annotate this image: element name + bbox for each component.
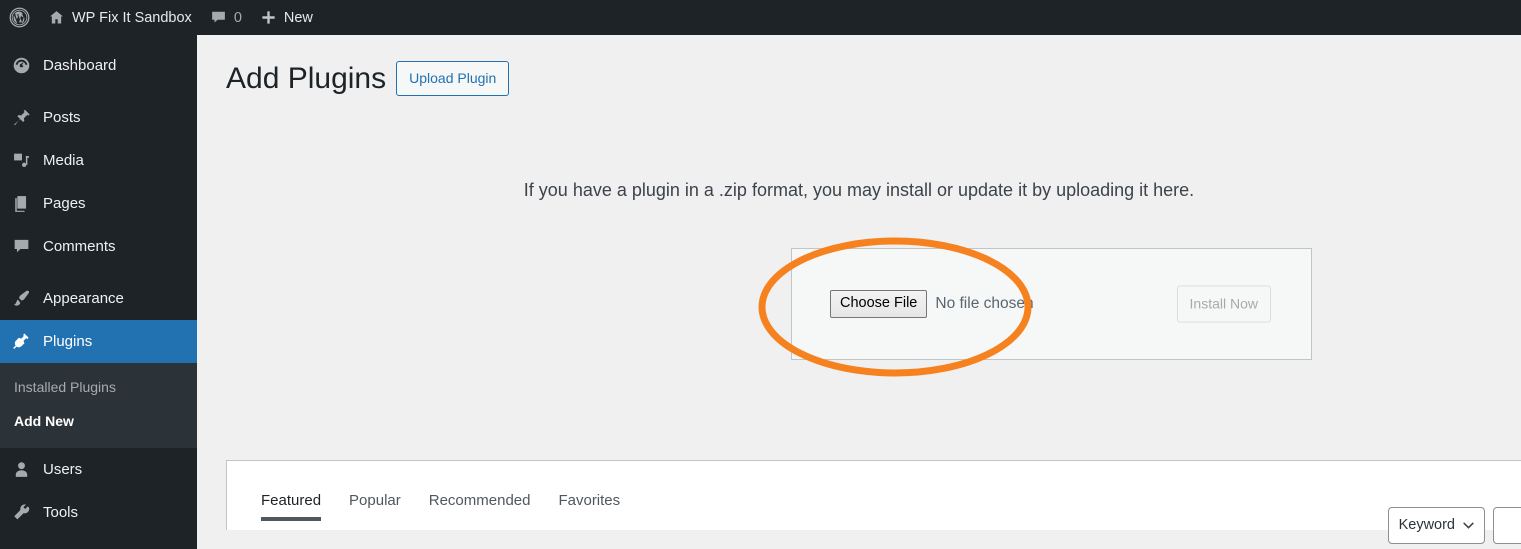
sidebar-item-label: Comments (43, 238, 116, 255)
plugin-tabs: Featured Popular Recommended Favorites (227, 461, 634, 531)
submenu-item-add-new[interactable]: Add New (0, 405, 197, 439)
menu-spacer-2 (0, 268, 197, 277)
site-name-label: WP Fix It Sandbox (72, 9, 192, 26)
main-content-area: Add Plugins Upload Plugin If you have a … (197, 35, 1521, 549)
wrench-icon (10, 503, 32, 522)
sidebar-item-label: Appearance (43, 290, 124, 307)
plug-icon (10, 332, 32, 351)
sidebar-item-media[interactable]: Media (0, 139, 197, 182)
media-icon (10, 151, 32, 170)
file-input-row[interactable]: Choose File No file chosen (830, 289, 1034, 319)
sidebar-item-dashboard[interactable]: Dashboard (0, 44, 197, 87)
plugins-submenu: Installed Plugins Add New (0, 363, 197, 449)
home-icon (48, 9, 65, 26)
sidebar-item-label: Posts (43, 109, 81, 126)
chevron-down-icon (1463, 522, 1474, 529)
tab-label: Popular (349, 492, 401, 509)
comments-menu[interactable]: 0 (201, 0, 251, 35)
submenu-item-label: Add New (14, 412, 74, 429)
comment-bubble-icon (210, 9, 227, 26)
dashboard-icon (10, 56, 32, 75)
plugin-search-field[interactable] (1504, 517, 1521, 534)
sidebar-item-label: Dashboard (43, 57, 117, 74)
tab-featured[interactable]: Featured (247, 461, 335, 531)
pages-icon (10, 194, 32, 213)
menu-spacer-top (0, 35, 197, 44)
submenu-item-installed-plugins[interactable]: Installed Plugins (0, 371, 197, 405)
plugin-upload-panel: Choose File No file chosen Install Now (791, 248, 1312, 360)
sidebar-item-label: Pages (43, 195, 86, 212)
sidebar-item-appearance[interactable]: Appearance (0, 277, 197, 320)
sidebar-item-label: Plugins (43, 333, 93, 350)
sidebar-item-users[interactable]: Users (0, 448, 197, 491)
sidebar-item-label: Tools (43, 504, 79, 522)
paintbrush-icon (10, 289, 32, 308)
site-name-menu[interactable]: WP Fix It Sandbox (39, 0, 201, 35)
upload-plugin-button[interactable]: Upload Plugin (396, 61, 510, 96)
admin-bar: WP Fix It Sandbox 0 New (0, 0, 1521, 35)
upload-instruction-text: If you have a plugin in a .zip format, y… (523, 180, 1195, 200)
tab-recommended[interactable]: Recommended (415, 461, 545, 531)
plugin-search-input[interactable] (1493, 507, 1521, 544)
plus-icon (260, 9, 277, 26)
new-content-label: New (283, 9, 313, 26)
file-status-label: No file chosen (935, 295, 1034, 312)
new-content-menu[interactable]: New (251, 0, 322, 35)
pin-icon (10, 108, 32, 127)
tab-label: Favorites (558, 492, 621, 509)
wordpress-logo-icon (9, 7, 30, 28)
plugin-search-controls: Keyword (1387, 507, 1521, 544)
comment-bubble-icon (10, 237, 32, 256)
choose-file-button[interactable]: Choose File (830, 289, 928, 319)
user-icon (10, 460, 32, 479)
comments-count: 0 (233, 9, 242, 26)
sidebar-item-label: Media (43, 152, 84, 169)
sidebar-item-posts[interactable]: Posts (0, 96, 197, 139)
sidebar-item-plugins[interactable]: Plugins (0, 320, 205, 363)
tab-favorites[interactable]: Favorites (544, 461, 634, 531)
sidebar-item-tools[interactable]: Tools (0, 491, 197, 534)
tab-label: Recommended (428, 492, 531, 509)
wordpress-logo-button[interactable] (0, 0, 39, 35)
tab-popular[interactable]: Popular (335, 461, 415, 531)
sidebar-item-label: Users (43, 461, 83, 479)
tab-label: Featured (261, 492, 322, 509)
menu-spacer-1 (0, 87, 197, 96)
admin-sidebar-menu: Dashboard Posts Media Pages Comments App… (0, 35, 205, 549)
page-title: Add Plugins (226, 62, 387, 95)
submenu-item-label: Installed Plugins (14, 379, 116, 395)
plugin-filter-bar: Featured Popular Recommended Favorites K… (226, 460, 1521, 544)
search-type-select[interactable]: Keyword (1387, 507, 1485, 544)
sidebar-item-comments[interactable]: Comments (0, 225, 197, 268)
install-now-button: Install Now (1176, 285, 1271, 323)
page-header: Add Plugins Upload Plugin (197, 35, 1521, 98)
search-type-label: Keyword (1398, 517, 1455, 534)
sidebar-item-pages[interactable]: Pages (0, 182, 197, 225)
